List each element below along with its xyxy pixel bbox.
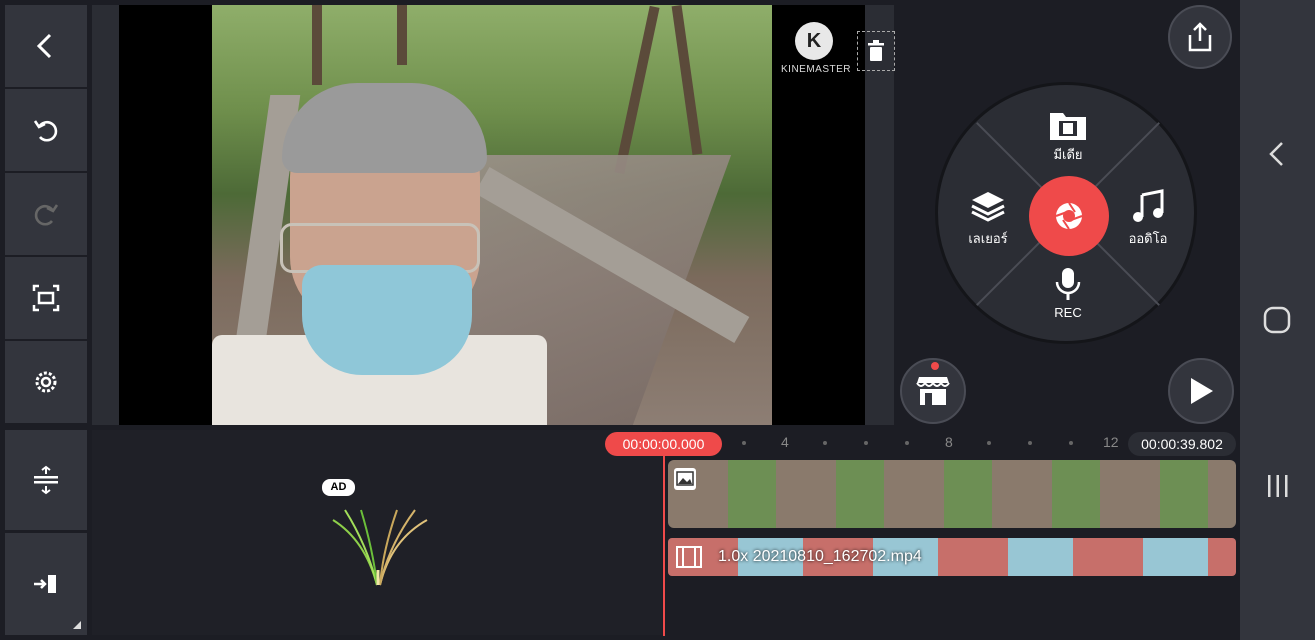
image-icon — [674, 468, 696, 490]
layer-button[interactable]: เลเยอร์ — [943, 189, 1033, 249]
play-button[interactable] — [1168, 358, 1234, 424]
ruler-tick — [823, 441, 827, 445]
corner-indicator-icon — [73, 621, 81, 629]
fullscreen-icon — [32, 284, 60, 312]
ruler-label: 4 — [781, 434, 789, 450]
redo-icon — [34, 204, 59, 226]
media-folder-icon — [1050, 113, 1086, 140]
export-button[interactable] — [1168, 5, 1232, 69]
jump-to-end-button[interactable] — [5, 533, 87, 635]
share-icon — [1188, 22, 1212, 52]
play-icon — [1191, 378, 1213, 404]
expand-vertical-icon — [34, 465, 58, 495]
ruler-label: 12 — [1103, 434, 1119, 450]
system-recents-icon[interactable] — [1264, 472, 1292, 500]
playhead[interactable] — [663, 456, 665, 636]
capture-button[interactable] — [1029, 176, 1109, 256]
audio-button[interactable]: ออดิโอ — [1103, 189, 1193, 249]
kinemaster-watermark: K KINEMASTER — [781, 22, 852, 75]
media-label: มีเดีย — [1053, 147, 1083, 162]
clip-filename: 1.0x 20210810_162702.mp4 — [718, 548, 922, 565]
back-arrow-icon — [36, 33, 52, 59]
ruler-label: 8 — [945, 434, 953, 450]
ruler-tick — [905, 441, 909, 445]
system-home-icon[interactable] — [1262, 305, 1292, 335]
undo-button[interactable] — [5, 89, 87, 171]
watermark-text: KINEMASTER — [781, 64, 852, 75]
ruler-tick — [987, 441, 991, 445]
notification-dot — [931, 362, 939, 370]
store-icon — [916, 377, 950, 405]
system-nav-bar — [1240, 0, 1315, 640]
music-note-icon — [1133, 189, 1164, 222]
layer-label: เลเยอร์ — [968, 231, 1008, 246]
settings-button[interactable] — [5, 341, 87, 423]
image-layer-clip[interactable] — [668, 460, 1236, 528]
ruler-tick — [742, 441, 746, 445]
delete-watermark-button[interactable] — [857, 31, 895, 71]
ruler-tick — [864, 441, 868, 445]
redo-button[interactable] — [5, 173, 87, 255]
undo-icon — [33, 120, 58, 142]
back-button[interactable] — [5, 5, 87, 87]
total-duration: 00:00:39.802 — [1128, 432, 1236, 456]
asset-store-button[interactable] — [900, 358, 966, 424]
jump-to-end-icon — [34, 575, 56, 593]
fullscreen-button[interactable] — [5, 257, 87, 339]
rec-label: REC — [1054, 305, 1082, 320]
ruler-tick — [1028, 441, 1032, 445]
ad-firework-icon[interactable] — [325, 480, 435, 590]
rec-button[interactable]: REC — [1023, 266, 1113, 320]
camera-shutter-icon — [1055, 202, 1083, 230]
gear-icon — [35, 371, 57, 393]
audio-label: ออดิโอ — [1128, 231, 1168, 246]
kinemaster-logo-icon: K — [795, 22, 833, 60]
ruler-tick — [1069, 441, 1073, 445]
layers-icon — [971, 192, 1005, 222]
media-button[interactable]: มีเดีย — [1023, 109, 1113, 165]
track-height-button[interactable] — [5, 430, 87, 530]
microphone-icon — [1055, 268, 1081, 300]
video-preview[interactable] — [212, 5, 772, 425]
film-icon — [676, 546, 702, 568]
current-time: 00:00:00.000 — [605, 432, 722, 456]
system-back-icon[interactable] — [1265, 140, 1289, 168]
trash-icon — [868, 40, 884, 61]
media-wheel: มีเดีย เลเยอร์ ออดิโอ REC — [935, 82, 1197, 344]
